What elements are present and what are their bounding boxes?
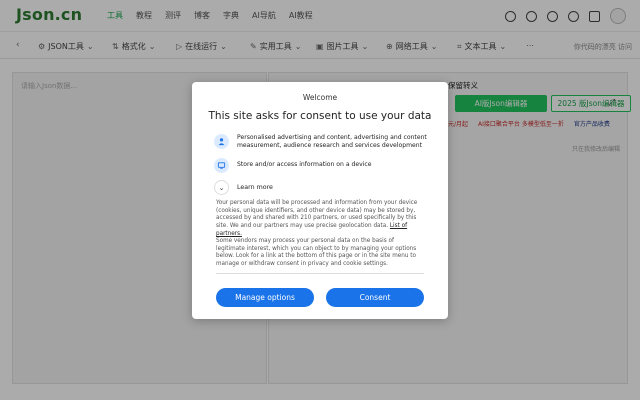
consent-button[interactable]: Consent [326, 288, 424, 307]
chevron-down-icon[interactable]: ⌄ [214, 180, 229, 195]
purpose-text: Personalised advertising and content, ad… [237, 134, 427, 149]
learn-more-label[interactable]: Learn more [237, 184, 273, 191]
purpose-device-storage: Store and/or access information on a dev… [214, 158, 427, 173]
consent-paragraph-1: Your personal data will be processed and… [216, 200, 418, 237]
device-icon [214, 158, 229, 173]
purpose-text: Store and/or access information on a dev… [237, 161, 372, 168]
dialog-welcome: Welcome [302, 93, 338, 102]
person-icon [214, 134, 229, 149]
consent-paragraph-2: Some vendors may process your personal d… [216, 238, 417, 268]
manage-options-button[interactable]: Manage options [216, 288, 314, 307]
divider [216, 273, 424, 274]
dialog-title: This site asks for consent to use your d… [208, 110, 432, 122]
consent-dialog: Welcome This site asks for consent to us… [192, 82, 448, 319]
learn-more-row[interactable]: ⌄ Learn more [214, 180, 273, 195]
purpose-personalised-ads: Personalised advertising and content, ad… [214, 134, 427, 150]
